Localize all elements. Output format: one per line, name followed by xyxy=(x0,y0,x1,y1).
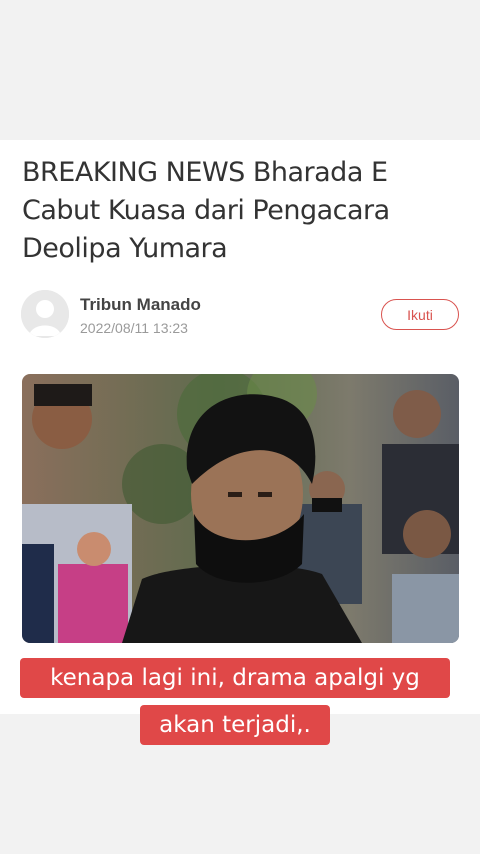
author-name[interactable]: Tribun Manado xyxy=(80,295,201,315)
caption-line-1: kenapa lagi ini, drama apalgi yg xyxy=(20,658,450,698)
headline-line-1[interactable]: BREAKING NEWS Bharada E xyxy=(22,154,442,192)
caption-line-2: akan terjadi,. xyxy=(140,705,330,745)
avatar[interactable] xyxy=(21,290,69,338)
author-row: Tribun Manado 2022/08/11 13:23 Ikuti xyxy=(21,290,461,342)
news-photo-image xyxy=(22,374,459,643)
headline-line-3[interactable]: Deolipa Yumara xyxy=(22,230,442,268)
user-icon xyxy=(21,290,69,338)
article-photo[interactable] xyxy=(22,374,459,643)
publish-date: 2022/08/11 13:23 xyxy=(80,320,188,336)
follow-button[interactable]: Ikuti xyxy=(381,299,459,330)
article-headline[interactable]: BREAKING NEWS Bharada E Cabut Kuasa dari… xyxy=(22,154,442,268)
headline-line-2[interactable]: Cabut Kuasa dari Pengacara xyxy=(22,192,442,230)
